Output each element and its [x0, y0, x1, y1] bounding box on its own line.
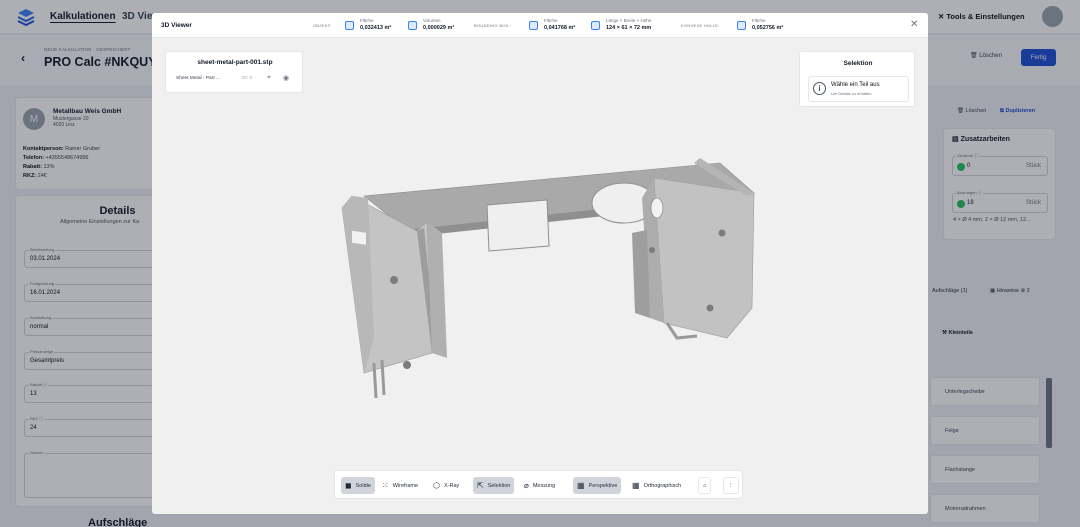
- viewer-title: 3D Viewer: [161, 22, 192, 29]
- xray-mode-button[interactable]: ⬡ X-Ray: [429, 477, 463, 494]
- section-bounding-box: BOUNDING BOX:: [474, 23, 511, 28]
- measure-tool-button[interactable]: ⌀ Messung: [520, 477, 559, 494]
- xray-label: X-Ray: [443, 482, 460, 489]
- selection-label: Selektion: [487, 482, 511, 489]
- screenshot-camera-icon[interactable]: ⌂: [698, 477, 712, 494]
- perspective-button[interactable]: ▦ Perspektive: [573, 477, 622, 494]
- cursor-icon: ⇱: [477, 481, 484, 490]
- sheet-metal-part-model[interactable]: [332, 138, 762, 403]
- solid-mode-button[interactable]: ◼ Solide: [341, 477, 375, 494]
- viewer-header: 3D Viewer OBJEKT: Fläche 0,032413 m² Volu…: [152, 13, 928, 38]
- file-id: ID: 0: [242, 76, 253, 81]
- selection-title: Selektion: [843, 60, 873, 67]
- area-icon: [737, 21, 746, 30]
- volume-icon: [408, 21, 417, 30]
- stat-value: 124 × 61 × 72 mm: [606, 25, 652, 31]
- section-object: OBJEKT:: [313, 23, 332, 28]
- file-name: sheet-metal-part-001.stp: [197, 59, 273, 66]
- selection-sub-text: Um Details zu erhalten: [831, 91, 872, 96]
- selection-tool-button[interactable]: ⇱ Selektion: [473, 477, 515, 494]
- stat-label: Fläche: [360, 18, 374, 23]
- wireframe-icon: ⁙: [382, 481, 389, 490]
- xray-icon: ⬡: [433, 481, 440, 490]
- viewer-toolbar: ◼ Solide ⁙ Wireframe ⬡ X-Ray ⇱ Selektion ⌀ Me…: [334, 470, 743, 499]
- stat-label: Fläche: [544, 18, 558, 23]
- focus-icon[interactable]: ⌖: [267, 74, 271, 82]
- stat-value: 0,000029 m³: [423, 25, 455, 31]
- stat-value: 0,052756 m²: [752, 25, 784, 31]
- wireframe-mode-button[interactable]: ⁙ Wireframe: [378, 477, 422, 494]
- selection-hint: i Wähle ein Teil aus Um Details zu erhal…: [808, 76, 909, 102]
- grid-icon: ▦: [632, 481, 640, 490]
- eye-icon[interactable]: ◉: [283, 74, 289, 82]
- ruler-icon: ⌀: [524, 481, 529, 490]
- info-icon: i: [813, 82, 826, 95]
- wireframe-label: Wireframe: [392, 482, 419, 489]
- stat-value: 0,032413 m²: [360, 25, 392, 31]
- selection-main-text: Wähle ein Teil aus: [831, 82, 880, 88]
- stat-label: Volumen: [423, 18, 441, 23]
- file-type: Sheet Metal - Part ...: [176, 76, 220, 81]
- more-options-icon[interactable]: ⋮: [723, 477, 739, 494]
- solid-label: Solide: [355, 482, 371, 489]
- stat-value: 0,041768 m²: [544, 25, 576, 31]
- section-convex-hull: KONVEXE HÜLLE:: [681, 23, 720, 28]
- stat-label: Länge × Breite × Höhe: [606, 18, 652, 23]
- orthographic-label: Orthographisch: [643, 482, 682, 489]
- file-info-card: sheet-metal-part-001.stp Sheet Metal - P…: [165, 51, 303, 93]
- area-icon: [529, 21, 538, 30]
- close-icon[interactable]: ✕: [910, 19, 918, 30]
- dimensions-icon: [591, 21, 600, 30]
- orthographic-button[interactable]: ▦ Orthographisch: [628, 477, 685, 494]
- cube-icon: ◼: [345, 481, 352, 490]
- perspective-label: Perspektive: [588, 482, 618, 489]
- viewer-modal: 3D Viewer OBJEKT: Fläche 0,032413 m² Volu…: [152, 13, 928, 514]
- stat-label: Fläche: [752, 18, 766, 23]
- measure-label: Messung: [532, 482, 556, 489]
- grid-icon: ▦: [577, 481, 585, 490]
- selection-panel: Selektion i Wähle ein Teil aus Um Detail…: [799, 51, 915, 107]
- area-icon: [345, 21, 354, 30]
